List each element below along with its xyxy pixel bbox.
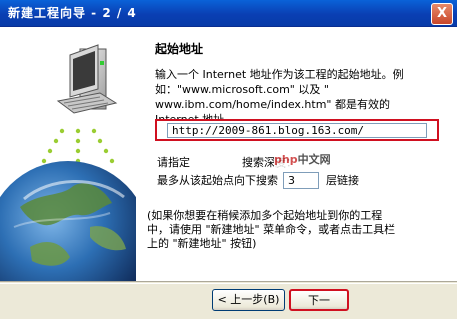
watermark-brand-b: 中文网: [297, 153, 331, 166]
site-watermark: php中文网: [274, 151, 334, 167]
depth-suffix-label: 层链接: [326, 174, 359, 187]
globe-icon: [0, 161, 150, 319]
depth-prefix-label: 最多从该起始点向下搜索: [157, 174, 278, 187]
close-button[interactable]: X: [431, 3, 453, 25]
title-bar: 新建工程向导 - 2 / 4 X: [0, 0, 457, 27]
start-url-input[interactable]: [167, 123, 427, 138]
help-note: (如果你想要在稍候添加多个起始地址到你的工程 中，请使用 "新建地址" 菜单命令…: [147, 209, 447, 251]
note-line: 中，请使用 "新建地址" 菜单命令，或者点击工具栏: [147, 223, 396, 236]
button-bar-divider: [0, 281, 457, 284]
wizard-content: 起始地址 输入一个 Internet 地址作为该工程的起始地址。例 如："www…: [0, 27, 457, 319]
computer-icon: [56, 44, 118, 114]
search-depth-row: 最多从该起始点向下搜索 层链接: [157, 171, 359, 189]
url-highlight-frame: [155, 119, 439, 141]
note-line: 上的 "新建地址" 按钮): [147, 237, 257, 250]
watermark-brand-a: php: [274, 153, 298, 166]
wizard-illustration: [0, 27, 150, 319]
connection-dots: [41, 128, 115, 164]
description-line: 输入一个 Internet 地址作为该工程的起始地址。例: [155, 68, 404, 81]
note-line: (如果你想要在稍候添加多个起始地址到你的工程: [147, 209, 383, 222]
window-title: 新建工程向导 - 2 / 4: [8, 6, 137, 20]
description-text: 输入一个 Internet 地址作为该工程的起始地址。例 如："www.micr…: [155, 67, 450, 127]
next-button[interactable]: 下一: [289, 289, 349, 311]
description-line: www.ibm.com/home/index.htm" 都是有效的: [155, 98, 390, 111]
depth-label-start: 请指定: [157, 156, 190, 169]
description-line: 如："www.microsoft.com" 以及 ": [155, 83, 329, 96]
computer-globe-illustration: [0, 44, 150, 319]
search-depth-input[interactable]: [283, 171, 319, 189]
page-heading: 起始地址: [155, 42, 204, 56]
back-button[interactable]: < 上一步(B): [212, 289, 285, 311]
button-bar: < 上一步(B) 下一: [0, 281, 457, 319]
